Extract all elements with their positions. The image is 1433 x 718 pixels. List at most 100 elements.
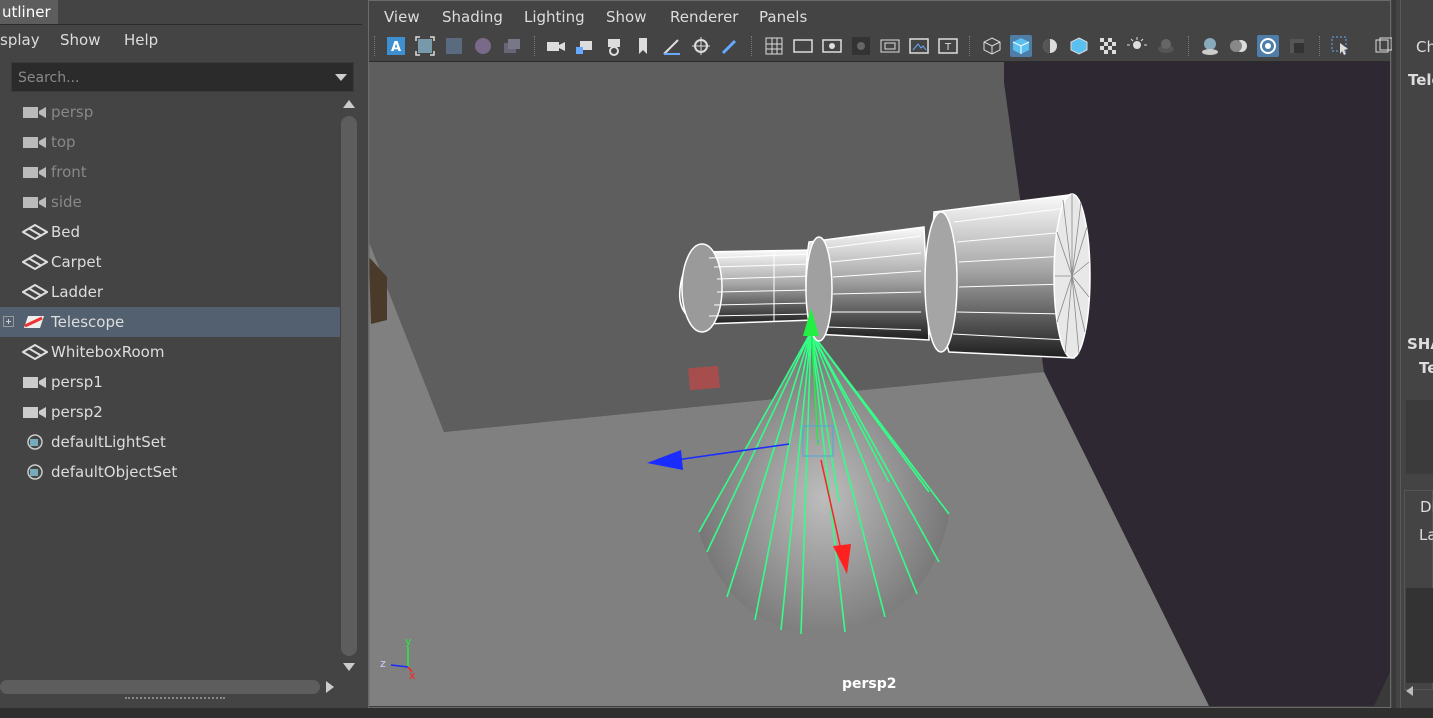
- shape-name-label[interactable]: Te: [1419, 359, 1433, 377]
- tab-strip-divider: [0, 24, 362, 25]
- scroll-left-icon[interactable]: [1406, 686, 1413, 696]
- set-icon: [27, 434, 43, 450]
- smooth-shade-icon[interactable]: [1010, 35, 1032, 57]
- menu-view[interactable]: View: [384, 8, 420, 26]
- lights-icon[interactable]: [1126, 35, 1148, 57]
- outliner-horizontal-scrollbar[interactable]: [0, 679, 340, 695]
- search-input[interactable]: [16, 68, 320, 88]
- node-name-label: Tele: [1408, 71, 1433, 89]
- bookmark-icon[interactable]: [632, 35, 654, 57]
- scroll-down-icon[interactable]: [343, 663, 355, 671]
- toolbar-separator: [1319, 36, 1322, 56]
- grid-icon[interactable]: [763, 35, 785, 57]
- expand-icon[interactable]: [3, 316, 14, 327]
- shade-sphere-icon[interactable]: [472, 35, 494, 57]
- toolbar-separator: [374, 36, 377, 56]
- grease-pencil-icon[interactable]: [661, 35, 683, 57]
- scrollbar-thumb[interactable]: [0, 680, 320, 694]
- wireframe-on-shaded-icon[interactable]: [1068, 35, 1090, 57]
- menu-help[interactable]: Help: [124, 31, 158, 49]
- lock-camera-icon[interactable]: [574, 35, 596, 57]
- outliner-list: persp top front side Bed Carpet Ladder T…: [0, 97, 340, 697]
- camera-icon: [23, 197, 46, 208]
- list-item[interactable]: persp2: [0, 397, 340, 427]
- list-item-label: persp: [51, 103, 94, 121]
- list-item[interactable]: Carpet: [0, 247, 340, 277]
- image-plane-icon[interactable]: [443, 35, 465, 57]
- toolbar-separator: [969, 36, 972, 56]
- list-item[interactable]: top: [0, 127, 340, 157]
- safe-action-icon[interactable]: [908, 35, 930, 57]
- list-item[interactable]: Ladder: [0, 277, 340, 307]
- bottom-status-strip: [0, 708, 1433, 718]
- outliner-menubar: splay Show Help: [0, 28, 362, 54]
- default-material-icon[interactable]: [1039, 35, 1061, 57]
- viewport-toolbar: A T: [369, 31, 1393, 62]
- screen-space-ao-icon[interactable]: [1199, 35, 1221, 57]
- two-d-pan-icon[interactable]: [690, 35, 712, 57]
- list-item[interactable]: defaultObjectSet: [0, 457, 340, 487]
- layers-icon[interactable]: [501, 35, 523, 57]
- display-tab[interactable]: Di: [1420, 498, 1433, 516]
- select-camera-icon[interactable]: A: [385, 35, 407, 57]
- resolution-gate-icon[interactable]: [821, 35, 843, 57]
- list-item[interactable]: Bed: [0, 217, 340, 247]
- camera-name-label: persp2: [842, 676, 897, 692]
- axis-z-label: z: [380, 657, 386, 670]
- brush-icon[interactable]: [719, 35, 741, 57]
- list-item[interactable]: persp: [0, 97, 340, 127]
- search-dropdown-icon[interactable]: [335, 74, 347, 81]
- menu-display[interactable]: splay: [0, 31, 40, 49]
- menu-panels[interactable]: Panels: [759, 8, 807, 26]
- field-chart-icon[interactable]: [879, 35, 901, 57]
- motion-blur-icon[interactable]: [1228, 35, 1250, 57]
- camera-icon[interactable]: [545, 35, 567, 57]
- outliner-vertical-scrollbar[interactable]: [341, 100, 357, 674]
- channel-box-label[interactable]: Ch: [1416, 38, 1433, 56]
- menu-renderer[interactable]: Renderer: [670, 8, 738, 26]
- shapes-header: SHA: [1407, 335, 1433, 353]
- list-item[interactable]: front: [0, 157, 340, 187]
- menu-shading[interactable]: Shading: [442, 8, 503, 26]
- viewport-canvas[interactable]: y z x: [369, 62, 1390, 706]
- list-item-label: persp1: [51, 373, 103, 391]
- outliner-tab[interactable]: utliner: [0, 0, 58, 24]
- outliner-search: [11, 62, 354, 92]
- axis-x-label: x: [409, 669, 416, 682]
- list-item-selected[interactable]: Telescope: [0, 307, 340, 337]
- frame-all-icon[interactable]: [414, 35, 436, 57]
- svg-text:T: T: [944, 42, 952, 53]
- list-item[interactable]: persp1: [0, 367, 340, 397]
- anti-aliasing-icon[interactable]: [1257, 35, 1279, 57]
- camera-icon: [23, 377, 46, 388]
- safe-title-icon[interactable]: T: [937, 35, 959, 57]
- list-item-label: side: [51, 193, 82, 211]
- menu-show[interactable]: Show: [60, 31, 100, 49]
- camera-attributes-icon[interactable]: [603, 35, 625, 57]
- toolbar-separator: [534, 36, 537, 56]
- wireframe-icon[interactable]: [981, 35, 1003, 57]
- list-item-label: front: [51, 163, 87, 181]
- menu-lighting[interactable]: Lighting: [524, 8, 585, 26]
- light-transform-icon: [24, 316, 44, 328]
- resize-grip[interactable]: [125, 697, 225, 702]
- scroll-right-icon[interactable]: [326, 681, 334, 693]
- shadows-icon[interactable]: [1155, 35, 1177, 57]
- list-item[interactable]: side: [0, 187, 340, 217]
- camera-icon: [23, 107, 46, 118]
- isolate-select-icon[interactable]: [1330, 35, 1352, 57]
- camera-icon: [23, 167, 46, 178]
- mesh-icon: [22, 224, 48, 240]
- list-item-label: WhiteboxRoom: [51, 343, 165, 361]
- gate-mask-icon[interactable]: [850, 35, 872, 57]
- textured-icon[interactable]: [1097, 35, 1119, 57]
- scroll-up-icon[interactable]: [343, 100, 355, 108]
- list-item[interactable]: WhiteboxRoom: [0, 337, 340, 367]
- depth-of-field-icon[interactable]: [1286, 35, 1308, 57]
- list-item-label: defaultLightSet: [51, 433, 166, 451]
- film-gate-icon[interactable]: [792, 35, 814, 57]
- scrollbar-thumb[interactable]: [341, 116, 357, 656]
- list-item[interactable]: defaultLightSet: [0, 427, 340, 457]
- menu-show[interactable]: Show: [606, 8, 646, 26]
- layers-menu[interactable]: La: [1419, 526, 1433, 544]
